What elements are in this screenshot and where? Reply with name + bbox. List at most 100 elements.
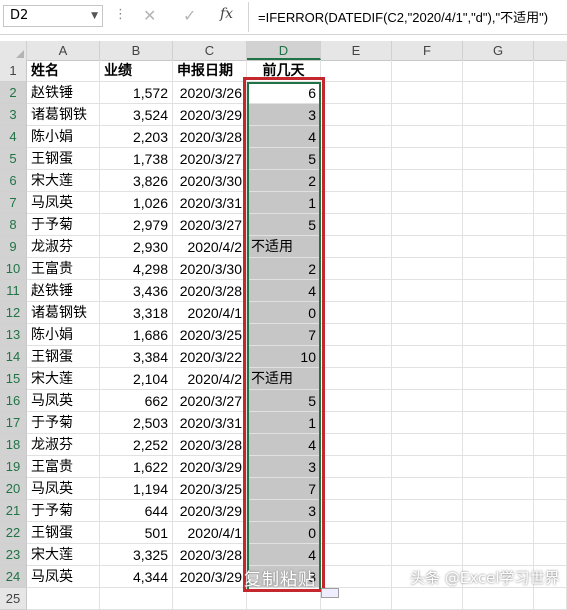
cell-c[interactable]: 2020/3/31 [173,192,247,214]
cell-h[interactable] [534,522,567,544]
cell-f[interactable] [392,368,463,390]
cell-b[interactable]: 3,318 [100,302,173,324]
cell-c[interactable]: 2020/4/2 [173,368,247,390]
row-header[interactable]: 10 [0,258,27,280]
cell-c[interactable]: 2020/3/28 [173,544,247,566]
cell-d[interactable]: 1 [247,412,321,434]
cell-f[interactable] [392,104,463,126]
cell-b[interactable]: 2,979 [100,214,173,236]
cell-g[interactable] [463,368,534,390]
cell-d[interactable]: 4 [247,434,321,456]
cell-b[interactable]: 501 [100,522,173,544]
cell-b[interactable]: 1,194 [100,478,173,500]
cell-a[interactable]: 龙淑芬 [27,434,100,456]
cell-g[interactable] [463,324,534,346]
cell-c[interactable]: 2020/3/31 [173,412,247,434]
cell-a[interactable]: 王钢蛋 [27,148,100,170]
cell-f[interactable] [392,214,463,236]
row-header[interactable]: 14 [0,346,27,368]
cell-f[interactable] [392,500,463,522]
formula-input[interactable]: =IFERROR(DATEDIF(C2,"2020/4/1","d"),"不适用… [258,7,548,26]
cell-g[interactable] [463,302,534,324]
row-header[interactable]: 5 [0,148,27,170]
cell-d[interactable]: 7 [247,324,321,346]
row-header[interactable]: 9 [0,236,27,258]
cell-g[interactable] [463,522,534,544]
cell-e[interactable] [321,148,392,170]
cell-h[interactable] [534,82,567,104]
cell-f[interactable] [392,588,463,610]
row-header[interactable]: 4 [0,126,27,148]
cell-f[interactable] [392,522,463,544]
cell-c[interactable]: 2020/3/22 [173,346,247,368]
cell-d[interactable]: 5 [247,148,321,170]
cell-e[interactable] [321,434,392,456]
cell-a[interactable]: 马凤英 [27,390,100,412]
header-cell-b[interactable]: 业绩 [100,60,173,82]
row-header[interactable]: 16 [0,390,27,412]
cell-b[interactable]: 2,203 [100,126,173,148]
cell-b[interactable]: 3,325 [100,544,173,566]
cell-h[interactable] [534,588,567,610]
cell-b[interactable]: 1,738 [100,148,173,170]
header-cell-f[interactable] [392,60,463,82]
cell-c[interactable]: 2020/3/29 [173,456,247,478]
cell-f[interactable] [392,456,463,478]
cell-g[interactable] [463,500,534,522]
cell-a[interactable]: 赵铁锤 [27,82,100,104]
cell-b[interactable]: 3,524 [100,104,173,126]
cell-h[interactable] [534,478,567,500]
header-cell-h[interactable] [534,60,567,82]
cell-h[interactable] [534,280,567,302]
cell-d[interactable]: 3 [247,500,321,522]
cell-e[interactable] [321,302,392,324]
cell-f[interactable] [392,544,463,566]
cell-b[interactable]: 1,686 [100,324,173,346]
cell-e[interactable] [321,82,392,104]
cell-e[interactable] [321,566,392,588]
cell-e[interactable] [321,280,392,302]
header-cell-g[interactable] [463,60,534,82]
cell-g[interactable] [463,236,534,258]
header-cell-e[interactable] [321,60,392,82]
cell-c[interactable]: 2020/3/28 [173,434,247,456]
cell-f[interactable] [392,346,463,368]
cell-b[interactable]: 3,384 [100,346,173,368]
cell-b[interactable]: 4,344 [100,566,173,588]
cell-h[interactable] [534,456,567,478]
row-header[interactable]: 2 [0,82,27,104]
cell-a[interactable]: 宋大莲 [27,544,100,566]
chevron-down-icon[interactable]: ▼ [91,6,98,26]
cell-c[interactable]: 2020/3/26 [173,82,247,104]
cell-c[interactable]: 2020/4/1 [173,302,247,324]
cell-a[interactable]: 诸葛钢铁 [27,302,100,324]
row-header[interactable]: 17 [0,412,27,434]
cell-b[interactable]: 2,930 [100,236,173,258]
cell-b[interactable]: 1,622 [100,456,173,478]
header-cell-c[interactable]: 申报日期 [173,60,247,82]
cell-d[interactable]: 6 [247,82,321,104]
cell-d[interactable]: 0 [247,522,321,544]
cell-e[interactable] [321,478,392,500]
cell-c[interactable]: 2020/4/2 [173,236,247,258]
cell-g[interactable] [463,390,534,412]
cell-g[interactable] [463,478,534,500]
cell-d[interactable]: 4 [247,280,321,302]
cell-c[interactable]: 2020/3/27 [173,214,247,236]
cell-f[interactable] [392,170,463,192]
cell-h[interactable] [534,258,567,280]
cell-e[interactable] [321,500,392,522]
cell-b[interactable]: 2,104 [100,368,173,390]
cell-a[interactable]: 于予菊 [27,214,100,236]
cell-e[interactable] [321,324,392,346]
row-header[interactable]: 12 [0,302,27,324]
cell-a[interactable]: 王钢蛋 [27,346,100,368]
cell-d[interactable]: 不适用 [247,236,321,258]
column-header-g[interactable]: G [463,41,534,60]
cell-e[interactable] [321,346,392,368]
cell-g[interactable] [463,258,534,280]
cell-a[interactable]: 王钢蛋 [27,522,100,544]
cell-d[interactable]: 2 [247,170,321,192]
row-header[interactable]: 15 [0,368,27,390]
cell-h[interactable] [534,302,567,324]
